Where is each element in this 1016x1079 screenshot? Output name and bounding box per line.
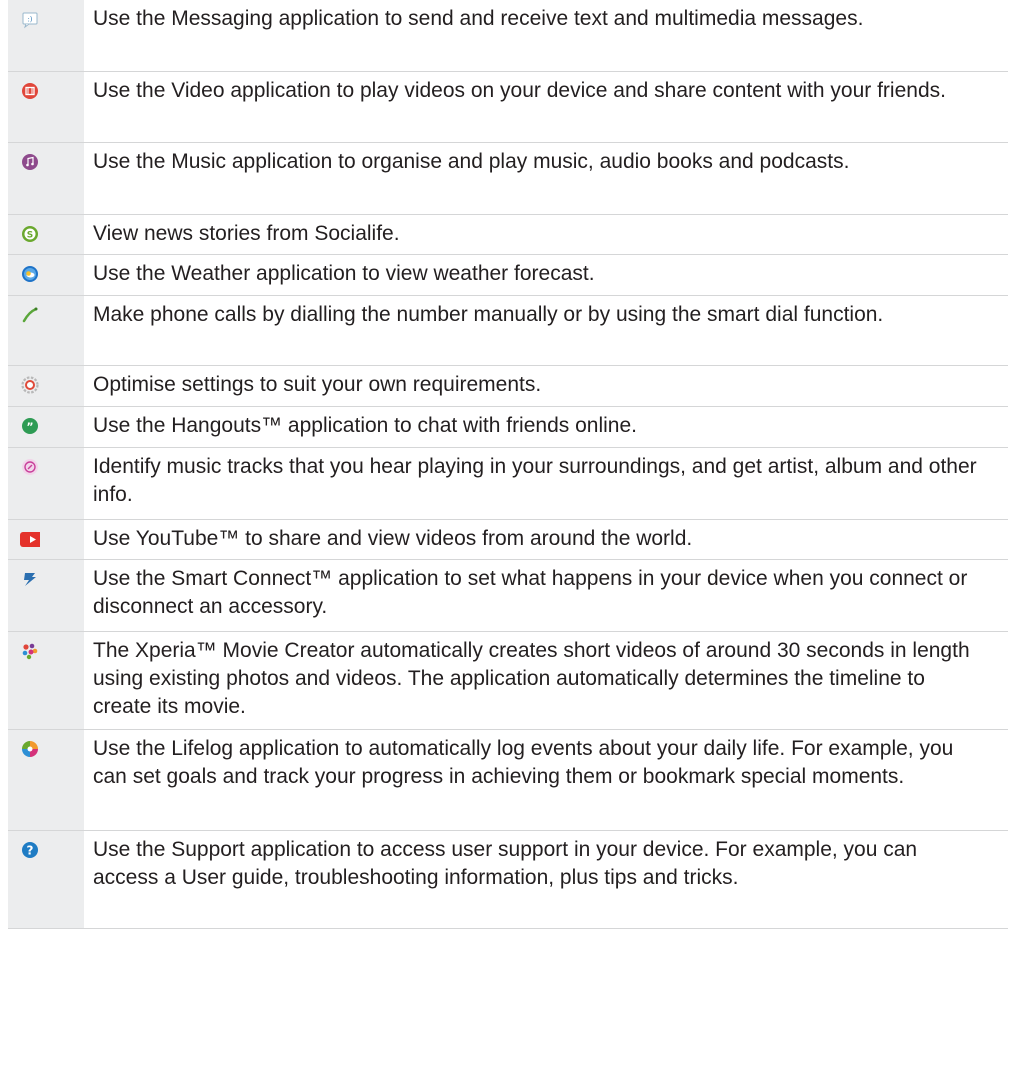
app-description: Use YouTube™ to share and view videos fr… (93, 527, 693, 550)
list-item: :) Use the Messaging application to send … (8, 0, 1008, 72)
app-description: The Xperia™ Movie Creator automatically … (93, 639, 970, 718)
app-description: Optimise settings to suit your own requi… (93, 373, 542, 396)
weather-icon (20, 264, 40, 284)
movie-creator-icon (20, 641, 40, 661)
list-item: S View news stories from Socialife. (8, 215, 1008, 255)
app-description: Use the Lifelog application to automatic… (93, 737, 954, 788)
app-description: Use the Smart Connect™ application to se… (93, 567, 968, 618)
settings-icon (20, 375, 40, 395)
icon-cell (8, 520, 84, 560)
svg-text:S: S (27, 231, 33, 241)
video-icon (20, 81, 40, 101)
icon-cell: S (8, 215, 84, 255)
app-description: Identify music tracks that you hear play… (93, 455, 977, 506)
youtube-icon (20, 529, 40, 549)
app-description: Use the Weather application to view weat… (93, 262, 595, 285)
svg-text::): :) (27, 16, 32, 24)
list-item: ” Use the Hangouts™ application to chat w… (8, 407, 1008, 448)
svg-text:?: ? (27, 844, 34, 858)
list-item: Make phone calls by dialling the number … (8, 296, 1008, 366)
list-item: ? Use the Support application to access u… (8, 831, 1008, 929)
list-item: Optimise settings to suit your own requi… (8, 366, 1008, 407)
icon-cell (8, 560, 84, 632)
icon-cell (8, 143, 84, 215)
app-description: Use the Messaging application to send an… (93, 7, 864, 30)
trackid-icon (20, 457, 40, 477)
list-item: Use the Lifelog application to automatic… (8, 730, 1008, 831)
list-item: Use YouTube™ to share and view videos fr… (8, 520, 1008, 560)
app-description: Use the Video application to play videos… (93, 79, 946, 102)
list-item: The Xperia™ Movie Creator automatically … (8, 632, 1008, 730)
app-description: View news stories from Socialife. (93, 222, 400, 245)
icon-cell (8, 255, 84, 296)
messaging-icon: :) (20, 9, 40, 29)
icon-cell (8, 448, 84, 520)
app-description: Use the Music application to organise an… (93, 150, 850, 173)
hangouts-icon: ” (20, 416, 40, 436)
icon-cell: ? (8, 831, 84, 929)
icon-cell (8, 730, 84, 831)
phone-icon (20, 305, 40, 325)
icon-cell: ” (8, 407, 84, 448)
svg-text:”: ” (26, 421, 33, 434)
app-description: Use the Hangouts™ application to chat wi… (93, 414, 637, 437)
icon-cell (8, 366, 84, 407)
socialife-icon: S (20, 224, 40, 244)
app-description: Make phone calls by dialling the number … (93, 303, 884, 326)
app-description: Use the Support application to access us… (93, 838, 918, 889)
list-item: Use the Smart Connect™ application to se… (8, 560, 1008, 632)
list-item: Use the Video application to play videos… (8, 72, 1008, 143)
smart-connect-icon (20, 569, 40, 589)
list-item: Use the Music application to organise an… (8, 143, 1008, 215)
list-item: Identify music tracks that you hear play… (8, 448, 1008, 520)
icon-cell: :) (8, 0, 84, 72)
icon-cell (8, 72, 84, 143)
icon-cell (8, 296, 84, 366)
support-icon: ? (20, 840, 40, 860)
list-item: Use the Weather application to view weat… (8, 255, 1008, 296)
icon-cell (8, 632, 84, 730)
lifelog-icon (20, 739, 40, 759)
music-icon (20, 152, 40, 172)
